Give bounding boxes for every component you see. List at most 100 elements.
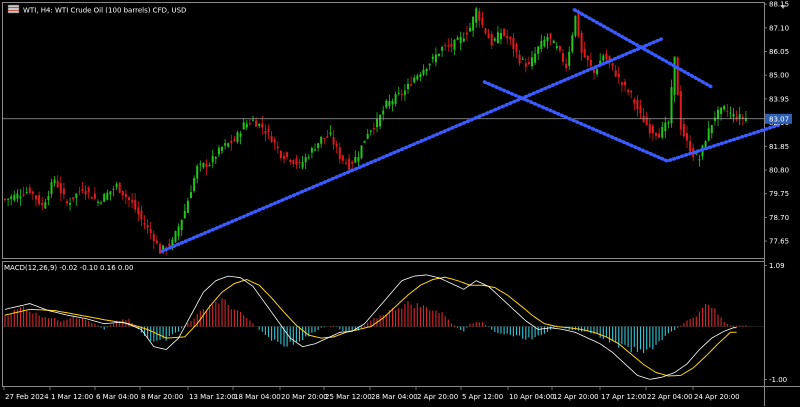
candle-body bbox=[199, 163, 202, 165]
candle-body bbox=[369, 130, 372, 132]
candle-body bbox=[298, 161, 301, 163]
candle-body bbox=[276, 146, 279, 149]
candle-body bbox=[558, 46, 561, 51]
candle-body bbox=[648, 124, 651, 134]
candle-body bbox=[726, 110, 729, 112]
candle-body bbox=[326, 136, 329, 138]
candle-body bbox=[10, 196, 13, 199]
candle-body bbox=[484, 28, 487, 34]
candle-body bbox=[146, 225, 149, 228]
price-axis: 88.1587.1086.0585.0083.9582.9081.8580.80… bbox=[764, 1, 792, 384]
candle-body bbox=[345, 162, 347, 164]
candle-body bbox=[283, 156, 285, 160]
candle-body bbox=[62, 188, 65, 195]
candle-body bbox=[149, 229, 152, 234]
candle-body bbox=[475, 8, 478, 23]
trading-chart[interactable]: WTI, H4: WTI Crude Oil (100 barrels) CFD… bbox=[0, 0, 800, 407]
candle-body bbox=[543, 39, 546, 47]
candle-body bbox=[481, 17, 484, 26]
candle-body bbox=[515, 43, 518, 53]
trendline[interactable] bbox=[572, 8, 713, 89]
candle-body bbox=[397, 92, 400, 94]
macd-line bbox=[4, 274, 737, 380]
candle-body bbox=[496, 32, 499, 44]
candle-body bbox=[19, 196, 22, 199]
candle-body bbox=[580, 32, 583, 53]
candle-body bbox=[314, 149, 316, 151]
candle-body bbox=[459, 36, 462, 44]
candle-body bbox=[462, 38, 465, 42]
candle-body bbox=[317, 143, 320, 149]
candle-body bbox=[239, 133, 242, 137]
candle-body bbox=[341, 155, 344, 161]
candle-body bbox=[589, 59, 592, 66]
candle-body bbox=[444, 45, 447, 47]
price-tick-label: 85.00 bbox=[769, 72, 789, 80]
trendline[interactable] bbox=[160, 37, 663, 253]
candle-body bbox=[651, 125, 654, 134]
candle-body bbox=[586, 55, 589, 61]
chart-canvas[interactable]: WTI, H4: WTI Crude Oil (100 barrels) CFD… bbox=[0, 0, 800, 407]
candle-body bbox=[16, 193, 19, 199]
time-tick-label: 2 Apr 20:00 bbox=[417, 393, 458, 401]
candle-body bbox=[388, 100, 391, 107]
candle-body bbox=[242, 122, 245, 130]
candle-body bbox=[655, 133, 657, 136]
candle-body bbox=[252, 119, 254, 121]
candle-body bbox=[620, 82, 623, 85]
candle-body bbox=[304, 157, 307, 163]
candle-body bbox=[627, 90, 630, 93]
candle-body bbox=[689, 140, 692, 152]
candle-body bbox=[258, 123, 261, 126]
trendlines-layer[interactable] bbox=[160, 8, 781, 253]
candle-body bbox=[422, 69, 425, 75]
candle-body bbox=[723, 105, 726, 110]
candle-body bbox=[382, 110, 385, 115]
candle-body bbox=[112, 188, 115, 190]
price-tick-label: 88.15 bbox=[769, 1, 789, 9]
candle-body bbox=[487, 33, 490, 39]
candle-body bbox=[348, 158, 351, 170]
candle-body bbox=[217, 147, 220, 155]
candle-body bbox=[738, 114, 741, 119]
candle-body bbox=[273, 139, 276, 143]
candle-body bbox=[270, 136, 273, 143]
candle-body bbox=[307, 157, 310, 159]
candle-body bbox=[227, 143, 230, 147]
candle-body bbox=[338, 147, 341, 160]
candle-body bbox=[512, 37, 515, 50]
candle-body bbox=[180, 219, 183, 231]
candle-body bbox=[56, 181, 59, 188]
candle-body bbox=[211, 155, 214, 163]
candle-body bbox=[419, 74, 422, 78]
candle-body bbox=[552, 40, 555, 44]
candle-body bbox=[549, 33, 552, 39]
price-tick-label: 87.10 bbox=[769, 24, 789, 32]
candle-body bbox=[630, 90, 633, 93]
candle-body bbox=[301, 161, 304, 168]
candle-body bbox=[140, 210, 143, 220]
candle-body bbox=[7, 198, 10, 200]
candle-body bbox=[137, 207, 140, 215]
candle-body bbox=[230, 140, 233, 144]
candle-body bbox=[264, 131, 267, 134]
time-tick-label: 24 Apr 20:00 bbox=[694, 393, 740, 401]
chart-header: WTI, H4: WTI Crude Oil (100 barrels) CFD… bbox=[4, 4, 786, 272]
candle-body bbox=[205, 163, 208, 168]
candle-body bbox=[391, 100, 394, 105]
candle-body bbox=[87, 187, 90, 193]
candle-body bbox=[35, 195, 37, 200]
candle-body bbox=[202, 163, 205, 168]
candle-body bbox=[478, 11, 481, 21]
candle-body bbox=[676, 57, 679, 96]
time-tick-label: 22 Apr 04:00 bbox=[647, 393, 693, 401]
candle-body bbox=[617, 73, 620, 78]
candle-body bbox=[134, 200, 137, 210]
time-tick-label: 6 Mar 04:00 bbox=[96, 393, 138, 401]
candle-body bbox=[413, 77, 416, 83]
time-axis: 27 Feb 2024 1 Mar 12:00 6 Mar 04:00 8 Mar 2… bbox=[3, 386, 740, 401]
candle-body bbox=[360, 145, 363, 159]
candle-body bbox=[565, 63, 568, 68]
candle-body bbox=[568, 51, 571, 66]
candle-body bbox=[469, 28, 471, 32]
